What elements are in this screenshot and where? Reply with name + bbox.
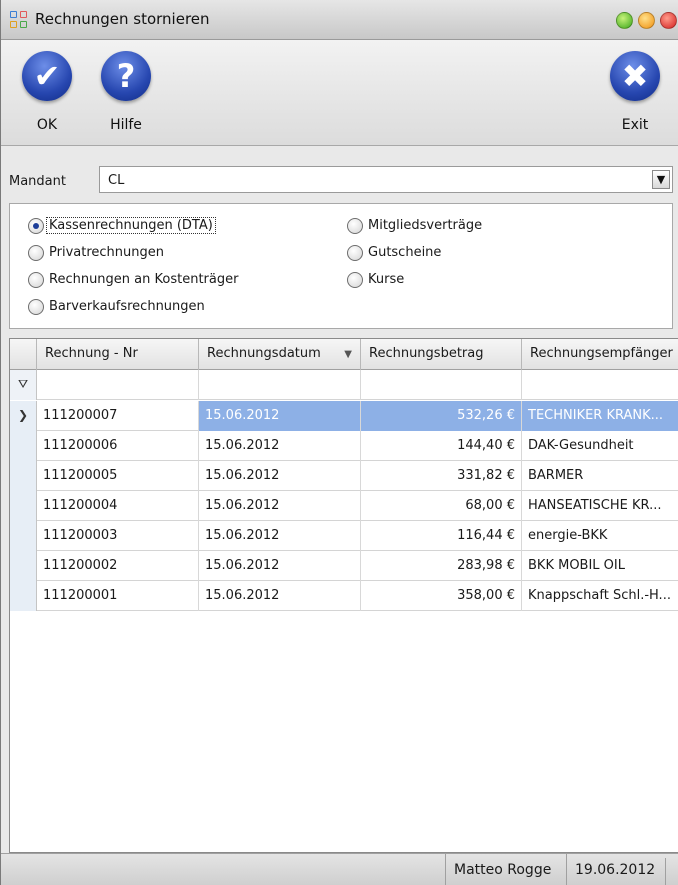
table-row[interactable]: 111200003 15.06.2012 116,44 € energie-BK… (10, 521, 678, 551)
radio-label: Gutscheine (368, 245, 442, 260)
ok-button[interactable]: ✔ OK (17, 51, 77, 141)
exit-button[interactable]: ✖ Exit (605, 51, 665, 141)
cell-nr: 111200006 (37, 431, 199, 461)
header-indicator (10, 339, 37, 370)
app-window: Rechnungen stornieren ✔ OK ? Hilfe ✖ Exi… (0, 0, 678, 885)
radio-dot (28, 245, 44, 261)
filter-row: ⛛ (10, 370, 678, 400)
close-icon: ✖ (610, 51, 660, 101)
radio-label: Privatrechnungen (49, 245, 164, 260)
table-row[interactable]: 111200005 15.06.2012 331,82 € BARMER (10, 461, 678, 491)
cell-datum: 15.06.2012 (199, 491, 361, 521)
cell-empfaenger: BARMER (522, 461, 678, 491)
row-indicator (10, 461, 37, 491)
radio-label: Kurse (368, 272, 405, 287)
cell-empfaenger: DAK-Gesundheit (522, 431, 678, 461)
app-grid-icon (10, 11, 28, 29)
table-row[interactable]: 111200002 15.06.2012 283,98 € BKK MOBIL … (10, 551, 678, 581)
mandant-label: Mandant (9, 174, 66, 189)
radio-label: Kassenrechnungen (DTA) (46, 217, 216, 234)
cell-betrag: 358,00 € (361, 581, 522, 611)
filter-icon: ⛛ (10, 370, 37, 400)
ok-label: OK (36, 117, 58, 133)
radio-dot (28, 299, 44, 315)
table-row[interactable]: 111200004 15.06.2012 68,00 € HANSEATISCH… (10, 491, 678, 521)
cell-betrag: 331,82 € (361, 461, 522, 491)
invoice-type-radio-group: Kassenrechnungen (DTA) Privatrechnungen … (9, 203, 673, 329)
row-indicator (10, 491, 37, 521)
cell-datum: 15.06.2012 (199, 551, 361, 581)
filter-cell[interactable] (361, 370, 522, 400)
radio-label: Mitgliedsverträge (368, 218, 483, 233)
mandant-dropdown[interactable]: CL ▼ (99, 166, 673, 193)
cell-nr: 111200001 (37, 581, 199, 611)
header-rechnungsbetrag[interactable]: Rechnungsbetrag (361, 339, 522, 370)
radio-label: Barverkaufsrechnungen (49, 299, 205, 314)
table-row[interactable]: 111200001 15.06.2012 358,00 € Knappschaf… (10, 581, 678, 611)
close-window-button[interactable] (660, 12, 677, 29)
cell-nr: 111200002 (37, 551, 199, 581)
cell-betrag: 68,00 € (361, 491, 522, 521)
sort-descending-icon: ▼ (344, 349, 352, 360)
question-icon: ? (101, 51, 151, 101)
filter-cell[interactable] (37, 370, 199, 400)
cell-datum: 15.06.2012 (199, 401, 361, 431)
radio-dot (28, 218, 44, 234)
status-bar: Matteo Rogge 19.06.2012 (1, 853, 678, 885)
exit-label: Exit (621, 117, 649, 133)
toolbar: ✔ OK ? Hilfe ✖ Exit (1, 40, 678, 146)
invoice-grid: Rechnung - Nr Rechnungsdatum ▼ Rechnungs… (9, 338, 678, 853)
cell-empfaenger: energie-BKK (522, 521, 678, 551)
checkmark-icon: ✔ (22, 51, 72, 101)
status-date: 19.06.2012 (566, 854, 663, 885)
radio-dot (347, 218, 363, 234)
filter-cell[interactable] (522, 370, 678, 400)
help-button[interactable]: ? Hilfe (96, 51, 156, 141)
title-bar[interactable]: Rechnungen stornieren (1, 0, 678, 40)
cell-betrag: 116,44 € (361, 521, 522, 551)
cell-empfaenger: HANSEATISCHE KR... (522, 491, 678, 521)
cell-nr: 111200004 (37, 491, 199, 521)
cell-betrag: 144,40 € (361, 431, 522, 461)
cell-nr: 111200007 (37, 401, 199, 431)
resize-grip-icon[interactable] (665, 858, 678, 885)
cell-empfaenger: BKK MOBIL OIL (522, 551, 678, 581)
grid-header: Rechnung - Nr Rechnungsdatum ▼ Rechnungs… (10, 339, 678, 370)
header-rechnungsdatum[interactable]: Rechnungsdatum ▼ (199, 339, 361, 370)
chevron-down-icon[interactable]: ▼ (652, 170, 670, 189)
cell-betrag: 283,98 € (361, 551, 522, 581)
radio-dot (347, 272, 363, 288)
filter-cell[interactable] (199, 370, 361, 400)
mandant-value: CL (108, 173, 125, 188)
cell-empfaenger: Knappschaft Schl.-H... (522, 581, 678, 611)
header-rechnung-nr[interactable]: Rechnung - Nr (37, 339, 199, 370)
header-rechnungsdatum-label: Rechnungsdatum (207, 346, 321, 361)
window-title: Rechnungen stornieren (35, 10, 210, 28)
row-indicator (10, 581, 37, 611)
row-indicator (10, 551, 37, 581)
cell-nr: 111200005 (37, 461, 199, 491)
header-rechnungsempfaenger[interactable]: Rechnungsempfänger (522, 339, 678, 370)
radio-dot (347, 245, 363, 261)
cell-empfaenger: TECHNIKER KRANK... (522, 401, 678, 431)
status-user: Matteo Rogge (445, 854, 559, 885)
help-label: Hilfe (110, 117, 142, 133)
cell-datum: 15.06.2012 (199, 581, 361, 611)
radio-dot (28, 272, 44, 288)
minimize-button[interactable] (638, 12, 655, 29)
cell-nr: 111200003 (37, 521, 199, 551)
cell-datum: 15.06.2012 (199, 521, 361, 551)
row-indicator (10, 521, 37, 551)
row-indicator (10, 431, 37, 461)
current-row-arrow-icon: ❯ (10, 401, 37, 431)
cell-betrag: 532,26 € (361, 401, 522, 431)
table-row[interactable]: 111200006 15.06.2012 144,40 € DAK-Gesund… (10, 431, 678, 461)
maximize-button[interactable] (616, 12, 633, 29)
cell-datum: 15.06.2012 (199, 461, 361, 491)
radio-label: Rechnungen an Kostenträger (49, 272, 239, 287)
cell-datum: 15.06.2012 (199, 431, 361, 461)
table-row[interactable]: ❯ 111200007 15.06.2012 532,26 € TECHNIKE… (10, 401, 678, 431)
